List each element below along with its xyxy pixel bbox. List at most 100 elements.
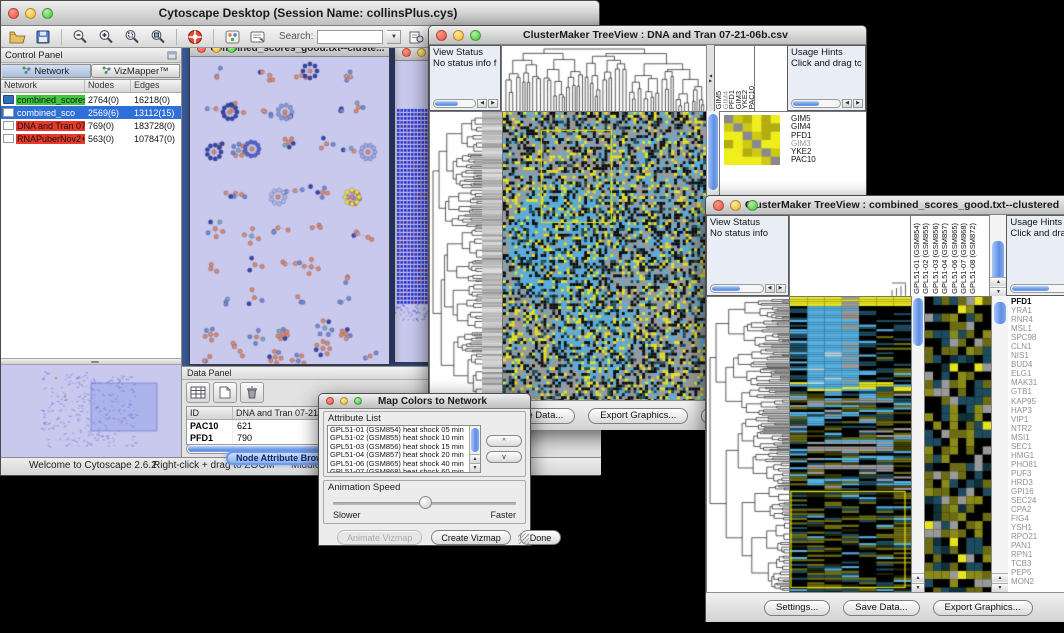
move-up-button[interactable]: ^ bbox=[486, 435, 522, 447]
animation-speed-slider[interactable] bbox=[333, 495, 516, 510]
float-panel-icon[interactable] bbox=[167, 51, 177, 60]
gene-label[interactable]: PHO81 bbox=[1011, 460, 1064, 469]
animate-vizmap-button[interactable]: Animate Vizmap bbox=[337, 530, 422, 545]
scroll-left-icon[interactable]: ◀ bbox=[477, 99, 487, 108]
gene-label[interactable]: CPA2 bbox=[1011, 505, 1064, 514]
column-label[interactable]: GPL51-08 (GSM872) bbox=[968, 223, 977, 294]
network-view-canvas[interactable] bbox=[190, 57, 389, 364]
heatmap-panel[interactable] bbox=[789, 296, 911, 592]
minimize-button[interactable] bbox=[453, 30, 464, 41]
gene-label[interactable]: CLN1 bbox=[1011, 342, 1064, 351]
message-console-icon[interactable] bbox=[247, 28, 269, 46]
column-label[interactable]: GPL51-06 (GSM865) bbox=[950, 223, 959, 294]
attribute-list-vscrollbar[interactable]: ▲▼ bbox=[469, 426, 480, 472]
birdseye-canvas[interactable] bbox=[1, 365, 180, 457]
pane-splitter[interactable]: ◀▶ bbox=[706, 45, 714, 111]
treeview-button[interactable]: Export Graphics... bbox=[933, 600, 1033, 616]
gene-label[interactable]: PUF3 bbox=[1011, 469, 1064, 478]
gene-label[interactable]: ELG1 bbox=[1011, 369, 1064, 378]
slider-thumb[interactable] bbox=[419, 496, 432, 509]
search-options-icon[interactable] bbox=[405, 28, 427, 46]
minimize-button[interactable] bbox=[25, 8, 36, 19]
network-list-row[interactable]: combined_sco 2569(6) 13112(15) bbox=[1, 106, 181, 119]
gene-label[interactable]: HMG1 bbox=[1011, 451, 1064, 460]
new-attribute-icon[interactable] bbox=[213, 382, 237, 403]
treeview-button[interactable]: Save Data... bbox=[843, 600, 919, 616]
search-input[interactable] bbox=[317, 30, 383, 44]
column-dendrogram-canvas[interactable] bbox=[502, 46, 706, 111]
zoom-fit-icon[interactable] bbox=[147, 28, 169, 46]
row-dendrogram-canvas[interactable] bbox=[707, 297, 789, 592]
gene-label[interactable]: PAN1 bbox=[1011, 541, 1064, 550]
heatmap-canvas[interactable] bbox=[503, 112, 706, 400]
gene-label[interactable]: RPO21 bbox=[1011, 532, 1064, 541]
row-dendrogram-panel[interactable] bbox=[429, 111, 502, 400]
minimize-button[interactable] bbox=[730, 200, 741, 211]
network-list-row[interactable]: RNAPuberNov2+ 563(0) 107847(0) bbox=[1, 132, 181, 145]
treeview-button[interactable]: Export Graphics... bbox=[588, 408, 688, 424]
gene-label[interactable]: MSL1 bbox=[1011, 324, 1064, 333]
network-view-window[interactable]: combined_scores_good.txt--cluste... bbox=[189, 48, 390, 365]
control-panel-tab[interactable]: Network bbox=[2, 64, 91, 78]
minimize-button[interactable] bbox=[417, 48, 426, 57]
column-dendrogram-panel[interactable] bbox=[501, 45, 706, 111]
scroll-right-icon[interactable]: ▶ bbox=[776, 284, 786, 293]
resize-grip[interactable] bbox=[518, 533, 529, 544]
minimize-button[interactable] bbox=[340, 397, 348, 405]
zoom-button[interactable] bbox=[42, 8, 53, 19]
column-label[interactable]: GPL51-02 (GSM855) bbox=[921, 223, 930, 294]
close-button[interactable] bbox=[402, 48, 411, 57]
zoom-out-icon[interactable] bbox=[69, 28, 91, 46]
gene-label[interactable]: PAC10 bbox=[791, 156, 866, 164]
gene-label[interactable]: GPI16 bbox=[1011, 487, 1064, 496]
gene-label[interactable]: SPC98 bbox=[1011, 333, 1064, 342]
gene-label[interactable]: NTR2 bbox=[1011, 424, 1064, 433]
column-dendrogram-panel[interactable] bbox=[789, 215, 910, 296]
row-dendrogram-canvas[interactable] bbox=[430, 112, 502, 400]
zoom-button[interactable] bbox=[747, 200, 758, 211]
gene-label[interactable]: HRD3 bbox=[1011, 478, 1064, 487]
create-vizmap-button[interactable]: Create Vizmap bbox=[431, 530, 510, 545]
main-titlebar[interactable]: Cytoscape Desktop (Session Name: collins… bbox=[1, 1, 599, 26]
column-label[interactable]: GPL51-01 (GSM854) bbox=[912, 223, 921, 294]
gene-label[interactable]: YRA1 bbox=[1011, 306, 1064, 315]
gene-label[interactable]: HAP3 bbox=[1011, 406, 1064, 415]
search-dropdown-icon[interactable]: ▼ bbox=[387, 30, 401, 44]
zoom-selected-icon[interactable] bbox=[121, 28, 143, 46]
network-list-row[interactable]: combined_scores 2764(0) 16218(0) bbox=[1, 93, 181, 106]
minimize-button[interactable] bbox=[212, 48, 221, 53]
treeview2-titlebar[interactable]: ClusterMaker TreeView : combined_scores_… bbox=[706, 196, 1064, 215]
zoom-heatmap-panel[interactable] bbox=[924, 296, 991, 592]
labels-vscrollbar[interactable]: ▲▼ bbox=[989, 215, 1006, 296]
open-file-icon[interactable] bbox=[6, 28, 28, 46]
gene-label[interactable]: MON2 bbox=[1011, 577, 1064, 586]
gene-label[interactable]: GTB1 bbox=[1011, 387, 1064, 396]
scroll-right-icon[interactable]: ▶ bbox=[853, 99, 863, 108]
gene-label[interactable]: RNR4 bbox=[1011, 315, 1064, 324]
zoom-button[interactable] bbox=[470, 30, 481, 41]
dialog-titlebar[interactable]: Map Colors to Network bbox=[319, 394, 530, 409]
hscrollbar[interactable] bbox=[791, 99, 841, 108]
control-panel-tab[interactable]: VizMapper™ bbox=[91, 64, 181, 78]
gene-label[interactable]: NIS1 bbox=[1011, 351, 1064, 360]
close-button[interactable] bbox=[713, 200, 724, 211]
panel-splitter[interactable] bbox=[1, 358, 181, 365]
treeview-button[interactable]: Settings... bbox=[764, 600, 830, 616]
heatmap-vscrollbar[interactable]: ▲▼ bbox=[911, 296, 924, 592]
help-lifering-icon[interactable] bbox=[184, 28, 206, 46]
heatmap-canvas[interactable] bbox=[790, 297, 911, 592]
cytopanel-toggle-icon[interactable] bbox=[221, 28, 243, 46]
zoom-in-icon[interactable] bbox=[95, 28, 117, 46]
gene-label[interactable]: PEP5 bbox=[1011, 568, 1064, 577]
zoom-heatmap-canvas[interactable] bbox=[925, 297, 991, 592]
gene-label[interactable]: RPN1 bbox=[1011, 550, 1064, 559]
close-button[interactable] bbox=[436, 30, 447, 41]
gene-label[interactable]: TCB3 bbox=[1011, 559, 1064, 568]
zoom-button[interactable] bbox=[354, 397, 362, 405]
column-label[interactable]: GPL51-07 (GSM868) bbox=[959, 223, 968, 294]
network-window-titlebar[interactable]: combined_scores_good.txt--cluste... bbox=[190, 48, 389, 57]
gene-label[interactable]: MSI1 bbox=[1011, 433, 1064, 442]
gene-label[interactable]: YSH1 bbox=[1011, 523, 1064, 532]
column-dendrogram-canvas[interactable] bbox=[790, 216, 910, 296]
save-icon[interactable] bbox=[32, 28, 54, 46]
